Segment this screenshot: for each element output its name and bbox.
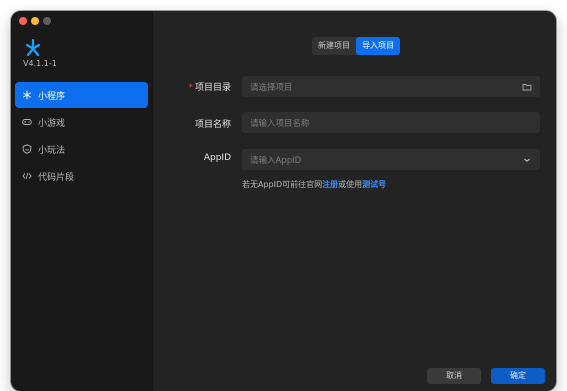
sidebar-item-miniprogram[interactable]: 小程序 xyxy=(15,82,148,108)
appid-placeholder: 请输入AppID xyxy=(250,155,302,166)
appid-label: AppID xyxy=(203,153,231,163)
appid-hint: 若无AppID可前往官网注册或使用测试号 xyxy=(242,180,387,189)
required-asterisk: * xyxy=(188,83,193,93)
directory-field[interactable]: 请选择项目 xyxy=(242,76,540,97)
shield-smile-icon xyxy=(22,144,32,154)
project-name-input[interactable]: 请输入项目名称 xyxy=(242,112,540,133)
tab-new-project[interactable]: 新建项目 xyxy=(312,37,356,55)
app-version: V4.1.1-1 xyxy=(23,59,57,68)
sidebar-item-label: 小程序 xyxy=(38,91,66,102)
sidebar-item-label: 代码片段 xyxy=(38,172,75,183)
project-name-placeholder: 请输入项目名称 xyxy=(250,118,310,129)
app-logo-icon xyxy=(25,38,41,57)
project-name-label: 项目名称 xyxy=(194,120,231,130)
project-mode-tabs: 新建项目 导入项目 xyxy=(312,37,400,55)
code-icon xyxy=(22,172,32,180)
appid-select[interactable]: 请输入AppID xyxy=(242,149,540,170)
directory-placeholder: 请选择项目 xyxy=(250,82,293,93)
sidebar-item-label: 小玩法 xyxy=(38,145,66,156)
directory-label: * 项目目录 xyxy=(188,83,231,93)
asterisk-icon xyxy=(23,90,31,100)
sidebar: V4.1.1-1 小程序 小游戏 小玩法 代码片段 xyxy=(11,11,153,391)
window-maximize-button[interactable] xyxy=(43,17,51,25)
app-window: V4.1.1-1 小程序 小游戏 小玩法 代码片段 新建项目 导入项目 * 项目… xyxy=(11,11,556,391)
sidebar-item-miniplay[interactable]: 小玩法 xyxy=(15,136,148,162)
chevron-down-icon[interactable] xyxy=(522,155,532,165)
sidebar-item-code-snippets[interactable]: 代码片段 xyxy=(15,163,148,189)
folder-icon[interactable] xyxy=(522,82,532,92)
confirm-button[interactable]: 确定 xyxy=(491,368,545,384)
sidebar-item-label: 小游戏 xyxy=(38,118,66,129)
tab-import-project[interactable]: 导入项目 xyxy=(356,37,400,55)
gamepad-icon xyxy=(22,119,32,125)
sidebar-item-minigame[interactable]: 小游戏 xyxy=(15,109,148,135)
test-account-link[interactable]: 测试号 xyxy=(362,180,386,189)
window-minimize-button[interactable] xyxy=(31,17,39,25)
register-link[interactable]: 注册 xyxy=(322,180,338,189)
cancel-button[interactable]: 取消 xyxy=(427,368,481,384)
window-close-button[interactable] xyxy=(19,17,27,25)
main-panel: 新建项目 导入项目 * 项目目录 请选择项目 项目名称 请输入项目名称 AppID… xyxy=(153,11,556,391)
